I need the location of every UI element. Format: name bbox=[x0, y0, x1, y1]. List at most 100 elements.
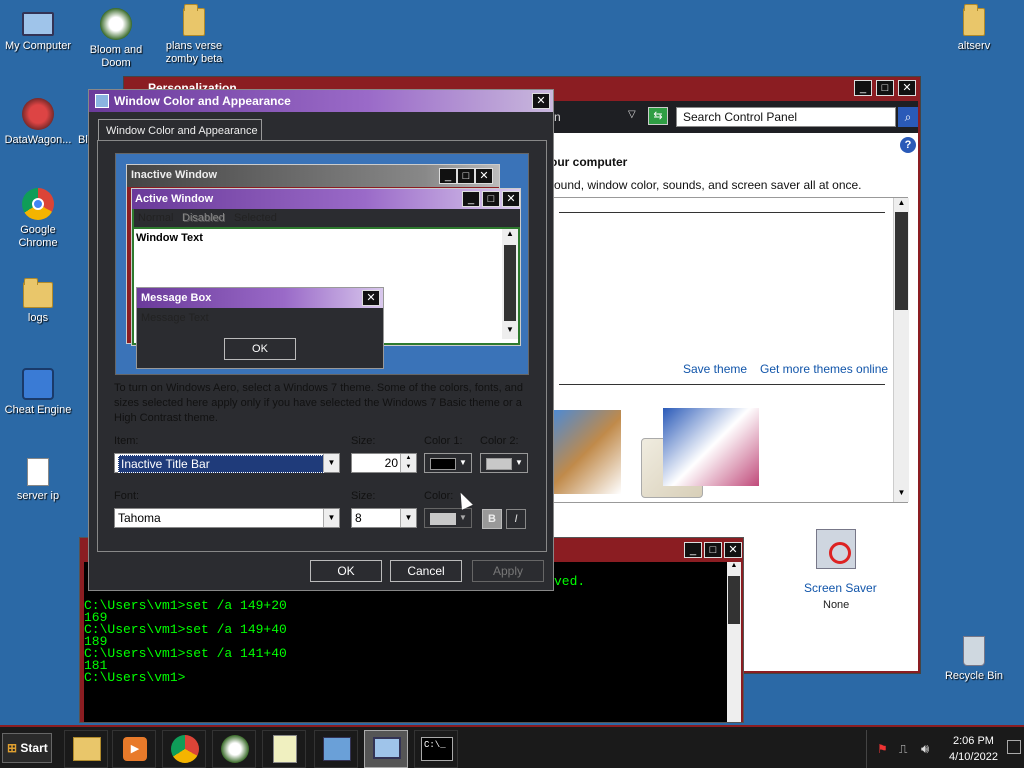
taskbar-control-panel[interactable] bbox=[314, 730, 358, 768]
icon-label: altserv bbox=[957, 40, 991, 52]
chevron-down-icon[interactable]: ▼ bbox=[400, 509, 416, 527]
msgbox-ok-button: OK bbox=[224, 338, 296, 360]
minimize-button[interactable]: _ bbox=[684, 542, 702, 558]
address-tail: n bbox=[554, 110, 561, 124]
page-heading: our computer bbox=[550, 155, 628, 169]
recycle-bin-icon bbox=[963, 636, 985, 666]
cmd-line: C:\Users\vm1>set /a 141+40 bbox=[84, 646, 287, 661]
refresh-icon[interactable]: ⇆ bbox=[648, 107, 668, 125]
preview-message-box: Message Box ✕ Message Text OK bbox=[136, 287, 384, 369]
italic-toggle[interactable]: I bbox=[506, 509, 526, 529]
clock-time[interactable]: 2:06 PM bbox=[953, 735, 994, 747]
screen-saver-icon[interactable] bbox=[816, 529, 856, 569]
close-icon: ✕ bbox=[362, 290, 380, 306]
font-size-select[interactable]: 8 ▼ bbox=[351, 508, 417, 528]
action-center-icon[interactable]: ⚑ bbox=[877, 742, 888, 756]
chrome-icon bbox=[22, 188, 54, 220]
desktop-icon-datawagon[interactable]: DataWagon... bbox=[0, 98, 76, 147]
help-icon[interactable]: ? bbox=[900, 137, 916, 153]
desktop-icon-server-ip[interactable]: server ip bbox=[0, 458, 76, 503]
desktop-icon-cheat-engine[interactable]: Cheat Engine bbox=[0, 368, 76, 417]
desktop-icon-bloom-and-doom[interactable]: Bloom and Doom bbox=[78, 8, 154, 70]
screen-saver-label[interactable]: Screen Saver bbox=[804, 581, 877, 595]
get-more-themes-link[interactable]: Get more themes online bbox=[760, 362, 888, 376]
search-icon[interactable]: ⌕ bbox=[898, 107, 918, 127]
font-size-value: 8 bbox=[355, 511, 362, 525]
maximize-button[interactable]: □ bbox=[876, 80, 894, 96]
size-label: Size: bbox=[351, 435, 376, 447]
partial-icon-label: Bl bbox=[78, 134, 88, 146]
size-spinner[interactable]: 20 ▲ ▼ bbox=[351, 453, 417, 473]
search-input[interactable]: Search Control Panel bbox=[676, 107, 896, 127]
taskbar-explorer[interactable] bbox=[64, 730, 108, 768]
themes-list: Save theme Get more themes online ▲ ▼ bbox=[550, 197, 909, 503]
minimize-button[interactable]: _ bbox=[854, 80, 872, 96]
datawagon-icon bbox=[22, 98, 54, 130]
cmd-scrollbar[interactable]: ▲ bbox=[727, 562, 741, 722]
icon-label: Google Chrome bbox=[18, 224, 58, 249]
show-desktop-icon[interactable] bbox=[1007, 740, 1021, 754]
network-icon[interactable]: ⎍ bbox=[899, 742, 907, 757]
desktop-icon-altserv[interactable]: altserv bbox=[936, 4, 1012, 53]
theme-thumbnail[interactable] bbox=[551, 410, 621, 494]
tab-panel: Inactive Window _ □ ✕ Active Window _ □ … bbox=[97, 140, 547, 552]
taskbar-cmd[interactable]: C:\_ bbox=[414, 730, 458, 768]
chevron-down-icon[interactable]: ▼ bbox=[323, 454, 339, 472]
cmd-icon: C:\_ bbox=[421, 737, 453, 761]
chevron-down-icon[interactable]: ▽ bbox=[628, 109, 636, 120]
tab-window-color[interactable]: Window Color and Appearance bbox=[98, 119, 262, 141]
ok-button[interactable]: OK bbox=[310, 560, 382, 582]
folder-icon bbox=[963, 4, 985, 36]
icon-label: Bloom and Doom bbox=[89, 44, 143, 69]
close-button[interactable]: ✕ bbox=[898, 80, 916, 96]
maximize-icon: □ bbox=[457, 168, 475, 184]
icon-label: plans verse zomby beta bbox=[165, 40, 223, 65]
taskbar-bloom[interactable] bbox=[212, 730, 256, 768]
taskbar-media[interactable]: ▶ bbox=[112, 730, 156, 768]
icon-label: Cheat Engine bbox=[4, 404, 72, 416]
font-color-picker[interactable]: ▼ bbox=[424, 508, 472, 528]
font-select-value: Tahoma bbox=[118, 511, 161, 525]
screen-saver-value: None bbox=[823, 599, 850, 611]
save-theme-link[interactable]: Save theme bbox=[683, 362, 747, 376]
desktop-icon-my-computer[interactable]: My Computer bbox=[0, 8, 76, 53]
font-select[interactable]: Tahoma ▼ bbox=[114, 508, 340, 528]
chrome-icon bbox=[171, 735, 199, 763]
page-description: round, window color, sounds, and screen … bbox=[550, 178, 862, 192]
item-select[interactable]: Inactive Title Bar ▼ bbox=[114, 453, 340, 473]
folder-icon bbox=[73, 737, 101, 761]
close-button[interactable]: ✕ bbox=[532, 93, 550, 109]
chevron-down-icon[interactable]: ▼ bbox=[323, 509, 339, 527]
taskbar-chrome[interactable] bbox=[162, 730, 206, 768]
desktop-icon-logs[interactable]: logs bbox=[0, 278, 76, 325]
system-tray: ⚑ ⎍ 🔊︎ 2:06 PM 4/10/2022 bbox=[866, 730, 1024, 768]
spin-icon[interactable]: ▲ ▼ bbox=[400, 454, 416, 472]
start-button[interactable]: ⊞ Start bbox=[2, 733, 52, 763]
taskbar-notepad[interactable] bbox=[262, 730, 306, 768]
theme-thumbnail[interactable] bbox=[663, 408, 759, 486]
color1-picker[interactable]: ▼ bbox=[424, 453, 472, 473]
dialog-title: Window Color and Appearance bbox=[114, 94, 291, 108]
desktop-icon-plans-verse[interactable]: plans verse zomby beta bbox=[156, 4, 232, 66]
cmd-partial-text: ved. bbox=[554, 574, 586, 589]
apply-button[interactable]: Apply bbox=[472, 560, 544, 582]
font-size-label: Size: bbox=[351, 490, 376, 502]
close-button[interactable]: ✕ bbox=[724, 542, 742, 558]
cmd-line: C:\Users\vm1>set /a 149+40 bbox=[84, 622, 287, 637]
computer-icon bbox=[22, 12, 54, 36]
desktop-icon-recycle-bin[interactable]: Recycle Bin bbox=[936, 636, 1012, 683]
color2-picker[interactable]: ▼ bbox=[480, 453, 528, 473]
dialog-titlebar: Window Color and Appearance ✕ bbox=[89, 90, 553, 112]
taskbar-display[interactable] bbox=[364, 730, 408, 768]
size-value: 20 bbox=[384, 456, 398, 470]
cancel-button[interactable]: Cancel bbox=[390, 560, 462, 582]
maximize-button[interactable]: □ bbox=[704, 542, 722, 558]
maximize-icon: □ bbox=[482, 191, 500, 207]
folder-icon bbox=[23, 278, 53, 308]
scrollbar[interactable]: ▲ ▼ bbox=[893, 198, 909, 502]
clock-date[interactable]: 4/10/2022 bbox=[949, 751, 998, 763]
desktop-icon-google-chrome[interactable]: Google Chrome bbox=[0, 188, 76, 250]
volume-icon[interactable]: 🔊︎ bbox=[921, 741, 929, 757]
icon-label: DataWagon... bbox=[4, 134, 72, 146]
bold-toggle[interactable]: B bbox=[482, 509, 502, 529]
